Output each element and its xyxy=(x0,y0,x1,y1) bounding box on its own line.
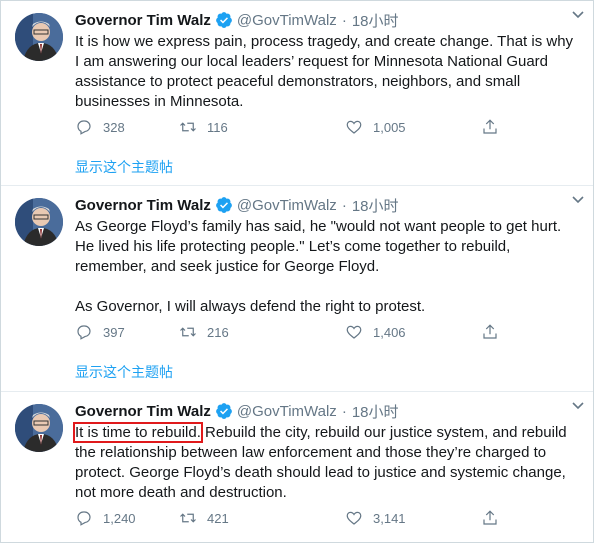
retweet-count: 216 xyxy=(207,324,229,340)
reply-icon xyxy=(77,325,91,340)
timestamp[interactable]: 18小时 xyxy=(352,10,399,31)
reply-button[interactable]: 328 xyxy=(75,118,125,136)
separator: · xyxy=(341,11,347,29)
verified-badge-icon xyxy=(215,403,232,419)
reply-icon xyxy=(77,120,91,135)
share-button[interactable] xyxy=(481,509,509,527)
avatar[interactable] xyxy=(15,13,63,61)
author-handle[interactable]: @GovTimWalz xyxy=(237,197,337,214)
share-icon xyxy=(483,324,497,339)
heart-icon xyxy=(346,120,362,134)
like-button[interactable]: 3,141 xyxy=(345,509,406,527)
tweet-text: It is time to rebuild. Rebuild the city,… xyxy=(73,422,581,503)
retweet-button[interactable]: 216 xyxy=(179,323,229,341)
author-name[interactable]: Governor Tim Walz xyxy=(75,403,211,420)
chevron-down-icon[interactable] xyxy=(571,7,585,21)
share-button[interactable] xyxy=(481,323,509,341)
tweet[interactable]: Governor Tim Walz @GovTimWalz · 18小时 It … xyxy=(1,1,593,185)
tweet-paragraph: As Governor, I will always defend the ri… xyxy=(75,298,426,315)
retweet-count: 116 xyxy=(207,119,228,135)
reply-icon xyxy=(77,511,91,526)
like-count: 3,141 xyxy=(373,510,406,526)
tweet-actions: 397 216 1,406 xyxy=(75,323,515,345)
retweet-icon xyxy=(180,513,196,523)
timestamp[interactable]: 18小时 xyxy=(352,195,399,216)
timestamp[interactable]: 18小时 xyxy=(352,401,399,422)
tweet-header: Governor Tim Walz @GovTimWalz · 18小时 xyxy=(75,194,583,216)
reply-count: 328 xyxy=(103,119,125,135)
tweet-paragraph: As George Floyd’s family has said, he "w… xyxy=(75,218,562,275)
tweet-header: Governor Tim Walz @GovTimWalz · 18小时 xyxy=(75,9,583,31)
author-handle[interactable]: @GovTimWalz xyxy=(237,12,337,29)
author-name[interactable]: Governor Tim Walz xyxy=(75,12,211,29)
highlighted-phrase: It is time to rebuild. xyxy=(73,422,203,443)
author-handle[interactable]: @GovTimWalz xyxy=(237,403,337,420)
share-button[interactable] xyxy=(481,118,509,136)
reply-button[interactable]: 1,240 xyxy=(75,509,136,527)
tweet-paragraph: It is time to rebuild. Rebuild the city,… xyxy=(73,422,581,503)
reply-count: 1,240 xyxy=(103,510,136,526)
chevron-down-icon[interactable] xyxy=(571,192,585,206)
reply-button[interactable]: 397 xyxy=(75,323,125,341)
like-button[interactable]: 1,005 xyxy=(345,118,406,136)
retweet-icon xyxy=(180,327,196,337)
tweet-paragraph: It is how we express pain, process trage… xyxy=(75,33,574,110)
like-button[interactable]: 1,406 xyxy=(345,323,406,341)
heart-icon xyxy=(346,325,362,339)
tweet-actions: 328 116 1,005 xyxy=(75,118,515,140)
tweet-text: It is how we express pain, process trage… xyxy=(75,32,581,112)
retweet-button[interactable]: 116 xyxy=(179,118,228,136)
heart-icon xyxy=(346,511,362,525)
avatar[interactable] xyxy=(15,404,63,452)
like-count: 1,005 xyxy=(373,119,406,135)
share-icon xyxy=(483,119,497,134)
tweet[interactable]: Governor Tim Walz @GovTimWalz · 18小时 As … xyxy=(1,186,593,391)
retweet-icon xyxy=(180,122,196,132)
show-thread-link[interactable]: 显示这个主题帖 xyxy=(75,157,173,177)
share-icon xyxy=(483,510,497,525)
verified-badge-icon xyxy=(215,197,232,213)
tweet-thread: Governor Tim Walz @GovTimWalz · 18小时 It … xyxy=(0,0,594,543)
verified-badge-icon xyxy=(215,12,232,28)
tweet[interactable]: Governor Tim Walz @GovTimWalz · 18小时 It … xyxy=(1,392,593,542)
author-name[interactable]: Governor Tim Walz xyxy=(75,197,211,214)
separator: · xyxy=(341,402,347,420)
show-thread-link[interactable]: 显示这个主题帖 xyxy=(75,362,173,382)
retweet-button[interactable]: 421 xyxy=(179,509,229,527)
like-count: 1,406 xyxy=(373,324,406,340)
chevron-down-icon[interactable] xyxy=(571,398,585,412)
retweet-count: 421 xyxy=(207,510,229,526)
avatar[interactable] xyxy=(15,198,63,246)
tweet-actions: 1,240 421 3,141 xyxy=(75,509,515,531)
tweet-text: As George Floyd’s family has said, he "w… xyxy=(75,217,581,317)
separator: · xyxy=(341,196,347,214)
tweet-header: Governor Tim Walz @GovTimWalz · 18小时 xyxy=(75,400,583,422)
reply-count: 397 xyxy=(103,324,125,340)
